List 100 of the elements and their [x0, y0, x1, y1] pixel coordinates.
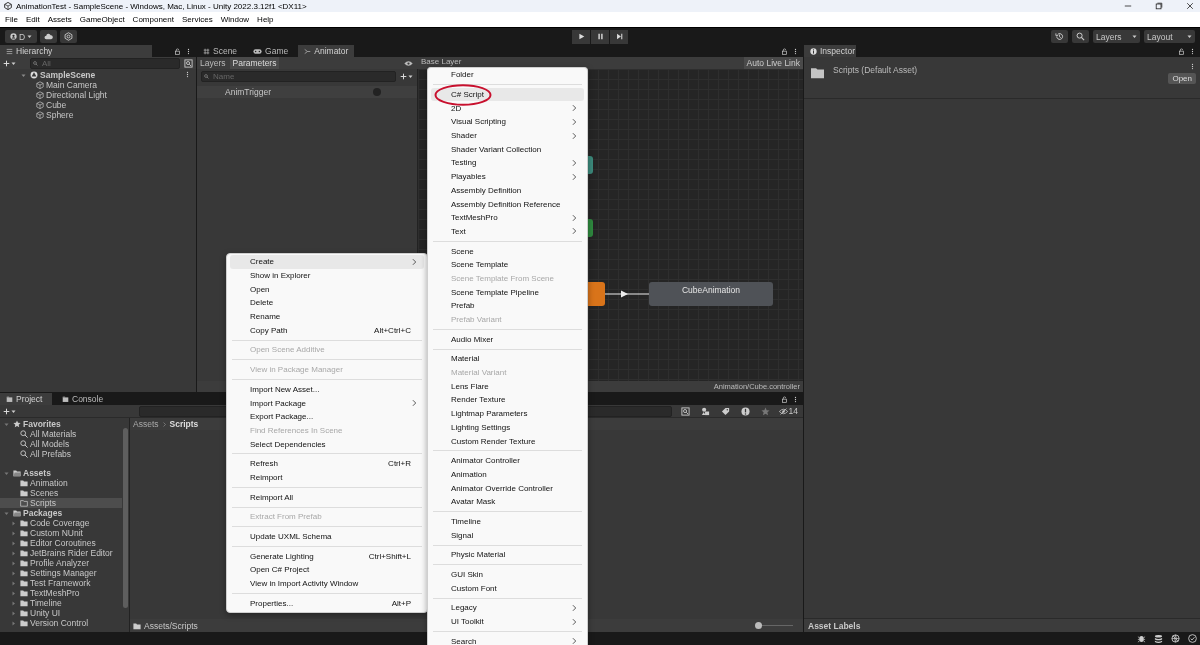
- add-button[interactable]: [3, 59, 16, 67]
- tree-item[interactable]: Timeline: [0, 598, 122, 608]
- account-button[interactable]: D: [5, 30, 37, 43]
- menu-item[interactable]: Text: [431, 224, 584, 239]
- play-button[interactable]: [572, 29, 590, 44]
- history-button[interactable]: [1051, 30, 1068, 43]
- tree-item[interactable]: Editor Coroutines: [0, 538, 122, 548]
- checkmark-icon[interactable]: [1188, 634, 1197, 643]
- tree-item[interactable]: JetBrains Rider Editor: [0, 548, 122, 558]
- state-node[interactable]: CubeAnimation: [649, 282, 773, 306]
- menu-item[interactable]: GameObject: [79, 15, 125, 24]
- tree-item[interactable]: Assets: [0, 468, 122, 478]
- menu-item[interactable]: Export Package...: [230, 409, 424, 424]
- menu-item[interactable]: Window: [220, 15, 250, 24]
- menu-item[interactable]: Edit: [25, 15, 40, 24]
- parameter-name[interactable]: AnimTrigger: [225, 87, 271, 97]
- menu-item[interactable]: Lighting Settings: [431, 420, 584, 435]
- menu-item[interactable]: C# Script: [431, 87, 584, 102]
- panel-tab[interactable]: Project: [0, 393, 52, 405]
- lock-icon[interactable]: [1178, 47, 1185, 55]
- game-object-item[interactable]: Sphere: [0, 110, 196, 120]
- menu-item[interactable]: Assembly Definition Reference: [431, 197, 584, 211]
- menu-item[interactable]: UI Toolkit: [431, 614, 584, 629]
- search-field[interactable]: Name: [201, 70, 396, 82]
- menu-item[interactable]: Rename: [230, 309, 424, 324]
- menu-item[interactable]: Show in Explorer: [230, 268, 424, 283]
- layout-dropdown[interactable]: Layout: [1144, 30, 1195, 43]
- panel-tab[interactable]: Game: [247, 45, 295, 57]
- database-icon[interactable]: [1154, 634, 1163, 643]
- tree-item[interactable]: All Models: [0, 439, 122, 449]
- sub-tab[interactable]: Parameters: [229, 57, 280, 69]
- menu-item[interactable]: Import New Asset...: [230, 382, 424, 397]
- menu-item[interactable]: Assets: [47, 15, 72, 24]
- tree-item[interactable]: Settings Manager: [0, 568, 122, 578]
- step-button[interactable]: [610, 29, 628, 44]
- network-icon[interactable]: [1171, 634, 1180, 643]
- menu-item[interactable]: Physic Material: [431, 548, 584, 562]
- shapes-icon[interactable]: [700, 406, 710, 416]
- hierarchy-tab[interactable]: Hierarchy: [0, 45, 152, 57]
- menu-item[interactable]: Prefab: [431, 299, 584, 313]
- open-button[interactable]: Open: [1168, 73, 1196, 84]
- menu-item[interactable]: Reimport: [230, 470, 424, 485]
- menu-item[interactable]: Timeline: [431, 514, 584, 529]
- menu-item[interactable]: Open C# Project: [230, 563, 424, 577]
- search-window-icon[interactable]: [184, 58, 193, 68]
- scene-item[interactable]: SampleScene: [0, 70, 196, 80]
- menu-item[interactable]: Component: [132, 15, 174, 24]
- menu-item[interactable]: Select Dependencies: [230, 437, 424, 451]
- tree-item[interactable]: Packages: [0, 508, 122, 518]
- cloud-button[interactable]: [40, 30, 57, 43]
- bug-icon[interactable]: [1137, 634, 1146, 643]
- menu-item[interactable]: Animator Controller: [431, 453, 584, 468]
- add-button[interactable]: [3, 407, 16, 415]
- layers-dropdown[interactable]: Layers: [1093, 30, 1140, 43]
- tree-item[interactable]: All Prefabs: [0, 449, 122, 459]
- panel-tab[interactable]: Scene: [197, 45, 244, 57]
- menu-item[interactable]: Search: [431, 634, 584, 645]
- menu-item[interactable]: Lightmap Parameters: [431, 406, 584, 421]
- warning-icon[interactable]: [740, 406, 750, 416]
- lock-icon[interactable]: [781, 47, 788, 55]
- menu-item[interactable]: Scene Template: [431, 257, 584, 272]
- breadcrumb-item[interactable]: Scripts: [169, 419, 199, 429]
- tree-item[interactable]: Favorites: [0, 419, 122, 429]
- menu-item[interactable]: Help: [257, 15, 274, 24]
- breadcrumb-item[interactable]: Assets: [133, 419, 159, 429]
- add-parameter-button[interactable]: [400, 72, 413, 80]
- menu-item[interactable]: Animation: [431, 467, 584, 482]
- more-icon[interactable]: [1189, 63, 1196, 70]
- menu-item[interactable]: Animator Override Controller: [431, 481, 584, 495]
- close-icon[interactable]: [1186, 2, 1194, 10]
- panel-tab[interactable]: Animator: [298, 45, 355, 57]
- more-icon[interactable]: [184, 71, 191, 78]
- search-button[interactable]: [1072, 30, 1089, 43]
- search-window-icon[interactable]: [680, 406, 690, 416]
- maximize-icon[interactable]: [1155, 2, 1163, 10]
- more-icon[interactable]: [792, 395, 799, 403]
- menu-item[interactable]: 2D: [431, 101, 584, 116]
- tag-icon[interactable]: [720, 406, 730, 416]
- menu-item[interactable]: Scene Template Pipeline: [431, 285, 584, 299]
- menu-item[interactable]: Properties... Alt+P: [230, 596, 424, 611]
- menu-item[interactable]: TextMeshPro: [431, 210, 584, 225]
- game-object-item[interactable]: Cube: [0, 100, 196, 110]
- hidden-packages-button[interactable]: 14: [776, 406, 800, 416]
- menu-item[interactable]: Avatar Mask: [431, 494, 584, 509]
- tree-item[interactable]: Scenes: [0, 488, 122, 498]
- tree-item[interactable]: Version Control: [0, 618, 122, 628]
- eye-icon[interactable]: [404, 58, 413, 68]
- menu-item[interactable]: Shader Variant Collection: [431, 142, 584, 157]
- game-object-item[interactable]: Main Camera: [0, 80, 196, 90]
- menu-item[interactable]: Material: [431, 352, 584, 366]
- menu-item[interactable]: Folder: [431, 68, 584, 82]
- tree-item[interactable]: Custom NUnit: [0, 528, 122, 538]
- tree-item[interactable]: All Materials: [0, 429, 122, 439]
- tree-item[interactable]: Profile Analyzer: [0, 558, 122, 568]
- menu-item[interactable]: Update UXML Schema: [230, 529, 424, 544]
- tree-item[interactable]: Scripts: [0, 498, 122, 508]
- game-object-item[interactable]: Directional Light: [0, 90, 196, 100]
- lock-icon[interactable]: [781, 395, 788, 403]
- pause-button[interactable]: [591, 29, 609, 44]
- zoom-slider[interactable]: [755, 622, 795, 629]
